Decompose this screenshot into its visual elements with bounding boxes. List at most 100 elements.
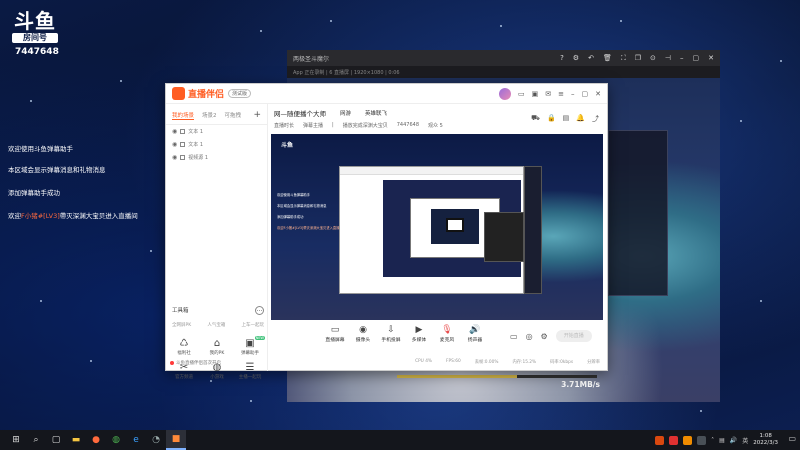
cart-icon[interactable]: ⛟: [531, 114, 540, 124]
tool-my-pk[interactable]: ⌂ 我的PK: [202, 338, 232, 356]
record-icon[interactable]: ⊙: [650, 54, 656, 63]
network-icon[interactable]: ▤: [719, 437, 725, 444]
tool-link[interactable]: 全网屏PK: [172, 322, 191, 328]
bell-icon[interactable]: 🔔: [576, 114, 585, 124]
media-app-icon[interactable]: ◔: [146, 430, 166, 450]
stream-category[interactable]: 网游: [340, 109, 351, 117]
list-icon: ☰: [245, 362, 255, 373]
status-memory: 内存:15.2%: [512, 360, 537, 365]
notification-icon[interactable]: ▭: [788, 434, 796, 443]
share-icon[interactable]: ⤴: [592, 114, 599, 124]
more-icon[interactable]: …: [255, 306, 264, 315]
live-companion-window[interactable]: 直播伴侣 测试版 ▭ ▣ ✉ ≡ – ▢ ✕ 我的场景 场景2 可拖拽 + ◉ 文…: [165, 83, 608, 380]
gift-icon[interactable]: ▣: [532, 90, 539, 98]
settings-icon[interactable]: ⚙: [573, 54, 579, 63]
stat-room-id: 7447648: [396, 122, 420, 128]
close-icon[interactable]: ✕: [708, 54, 714, 63]
back-titlebar[interactable]: 两极圣斗魔尔 ? ⚙ ↶ 🗑 ⛶ ❐ ⊙ ⊣ – ▢ ✕: [287, 50, 720, 66]
scene-item[interactable]: ◉ 视频源 1: [166, 151, 267, 164]
tool-label: 福利社: [177, 351, 191, 356]
start-live-button[interactable]: 开始直播: [555, 330, 592, 342]
tray-app-icon[interactable]: [669, 435, 679, 445]
scene-item[interactable]: ◉ 文本 1: [166, 125, 267, 138]
eye-icon[interactable]: ◉: [172, 154, 177, 161]
tool-label: 我的PK: [209, 351, 225, 356]
douyu-app-icon[interactable]: ●: [86, 430, 106, 450]
search-icon[interactable]: ⌕: [26, 430, 46, 450]
star-decoration: [30, 100, 32, 102]
camera-button[interactable]: ◉ 摄像头: [349, 324, 377, 343]
help-icon[interactable]: ?: [560, 54, 564, 63]
toolbar-label: 扬声器: [467, 338, 483, 343]
avatar[interactable]: [499, 87, 511, 100]
menu-icon[interactable]: ≡: [558, 90, 564, 98]
pin-icon[interactable]: ⊣: [665, 54, 671, 63]
tool-link[interactable]: 上车一起玩: [241, 322, 264, 328]
chevron-up-icon[interactable]: ˄: [711, 437, 714, 444]
restore-icon[interactable]: ▢: [693, 54, 700, 63]
volume-icon[interactable]: 🔊: [730, 437, 737, 444]
scene-item[interactable]: ◉ 文本 1: [166, 138, 267, 151]
star-decoration: [120, 80, 122, 82]
message-icon[interactable]: ▭: [518, 90, 525, 98]
clock-time: 1:08: [759, 433, 772, 439]
tab-draggable[interactable]: 可拖拽: [225, 111, 242, 119]
tool-danmaku-helper[interactable]: NEW ▣ 弹幕助手: [235, 336, 265, 356]
fullscreen-icon[interactable]: ⛶: [621, 54, 626, 63]
live-companion-app-icon[interactable]: ■: [166, 430, 186, 450]
chrome-icon[interactable]: ◍: [106, 430, 126, 450]
close-icon[interactable]: ✕: [595, 90, 601, 98]
screen-capture-button[interactable]: ▭ 直播屏幕: [321, 324, 349, 343]
minimize-icon[interactable]: –: [571, 90, 575, 98]
star-decoration: [780, 60, 782, 62]
task-view-icon[interactable]: ▢: [46, 430, 66, 450]
tray-app-icon[interactable]: [697, 435, 707, 445]
mail-icon[interactable]: ✉: [545, 90, 551, 98]
start-button[interactable]: ⊞: [6, 430, 26, 450]
tool-welfare[interactable]: ♺ 福利社: [169, 338, 199, 356]
phone-cast-button[interactable]: ⇩ 手机投屏: [377, 324, 405, 343]
trash-icon[interactable]: 🗑: [603, 54, 612, 63]
capture-side-panel: [484, 212, 524, 262]
preview-chat-line: 添加弹幕助手成功: [277, 215, 304, 219]
maximize-icon[interactable]: ▢: [582, 90, 589, 98]
stream-title[interactable]: 网—随便播个大师: [274, 108, 326, 118]
tray-app-icon[interactable]: [683, 435, 693, 445]
star-decoration: [260, 30, 262, 32]
stream-preview[interactable]: 斗鱼 欢迎使用斗鱼弹幕助手 本区域会显示弹幕消息和礼物消息 添加弹幕助手成功 欢…: [271, 134, 603, 320]
gift-box-icon[interactable]: ▤: [563, 114, 570, 124]
clock[interactable]: 1:08 2022/3/3: [753, 433, 778, 447]
speaker-button[interactable]: 🔊 扬声器: [461, 324, 489, 343]
media-button[interactable]: ▶ 多媒体: [405, 324, 433, 343]
add-scene-button[interactable]: +: [253, 110, 261, 120]
toolbox-subrow: 全网屏PK 人气宝箱 上车一起玩: [172, 322, 264, 328]
input-method[interactable]: 英: [742, 436, 748, 445]
tool-play-together[interactable]: ☰ 主播一起玩: [235, 362, 265, 380]
lock-icon[interactable]: 🔒: [547, 114, 556, 124]
microphone-button[interactable]: 🎙 麦克风: [433, 324, 461, 343]
star-decoration: [40, 300, 42, 302]
star-decoration: [620, 20, 622, 22]
front-titlebar[interactable]: 直播伴侣 测试版 ▭ ▣ ✉ ≡ – ▢ ✕: [166, 84, 607, 104]
tab-my-scene[interactable]: 我的场景: [172, 111, 195, 120]
edge-icon[interactable]: e: [126, 430, 146, 450]
stream-label[interactable]: 英雄联飞: [365, 109, 387, 117]
tab-scene-2[interactable]: 场景2: [202, 111, 217, 119]
undo-icon[interactable]: ↶: [588, 54, 594, 63]
record-icon[interactable]: ◎: [526, 332, 533, 341]
video-icon[interactable]: ▭: [510, 332, 518, 341]
clock-date: 2022/3/3: [753, 440, 778, 446]
taskbar: ⊞ ⌕ ▢ ▬ ● ◍ e ◔ ■ ˄ ▤ 🔊 英 1:08 2022/3/3 …: [0, 430, 800, 450]
explorer-icon[interactable]: ▬: [66, 430, 86, 450]
douyu-logo: 斗鱼 房间号: [12, 10, 58, 43]
tool-link[interactable]: 人气宝箱: [207, 322, 225, 328]
minimize-icon[interactable]: –: [680, 54, 684, 63]
eye-icon[interactable]: ◉: [172, 141, 177, 148]
welcome-post: 帶灭深渊大宝贝进入直播间: [59, 212, 138, 220]
copy-icon[interactable]: ❐: [635, 54, 641, 63]
tray-app-icon[interactable]: [655, 435, 665, 445]
eye-icon[interactable]: ◉: [172, 128, 177, 135]
playback-progress[interactable]: [397, 375, 597, 378]
capture-titlebar: [340, 167, 523, 175]
settings-icon[interactable]: ⚙: [541, 332, 548, 341]
